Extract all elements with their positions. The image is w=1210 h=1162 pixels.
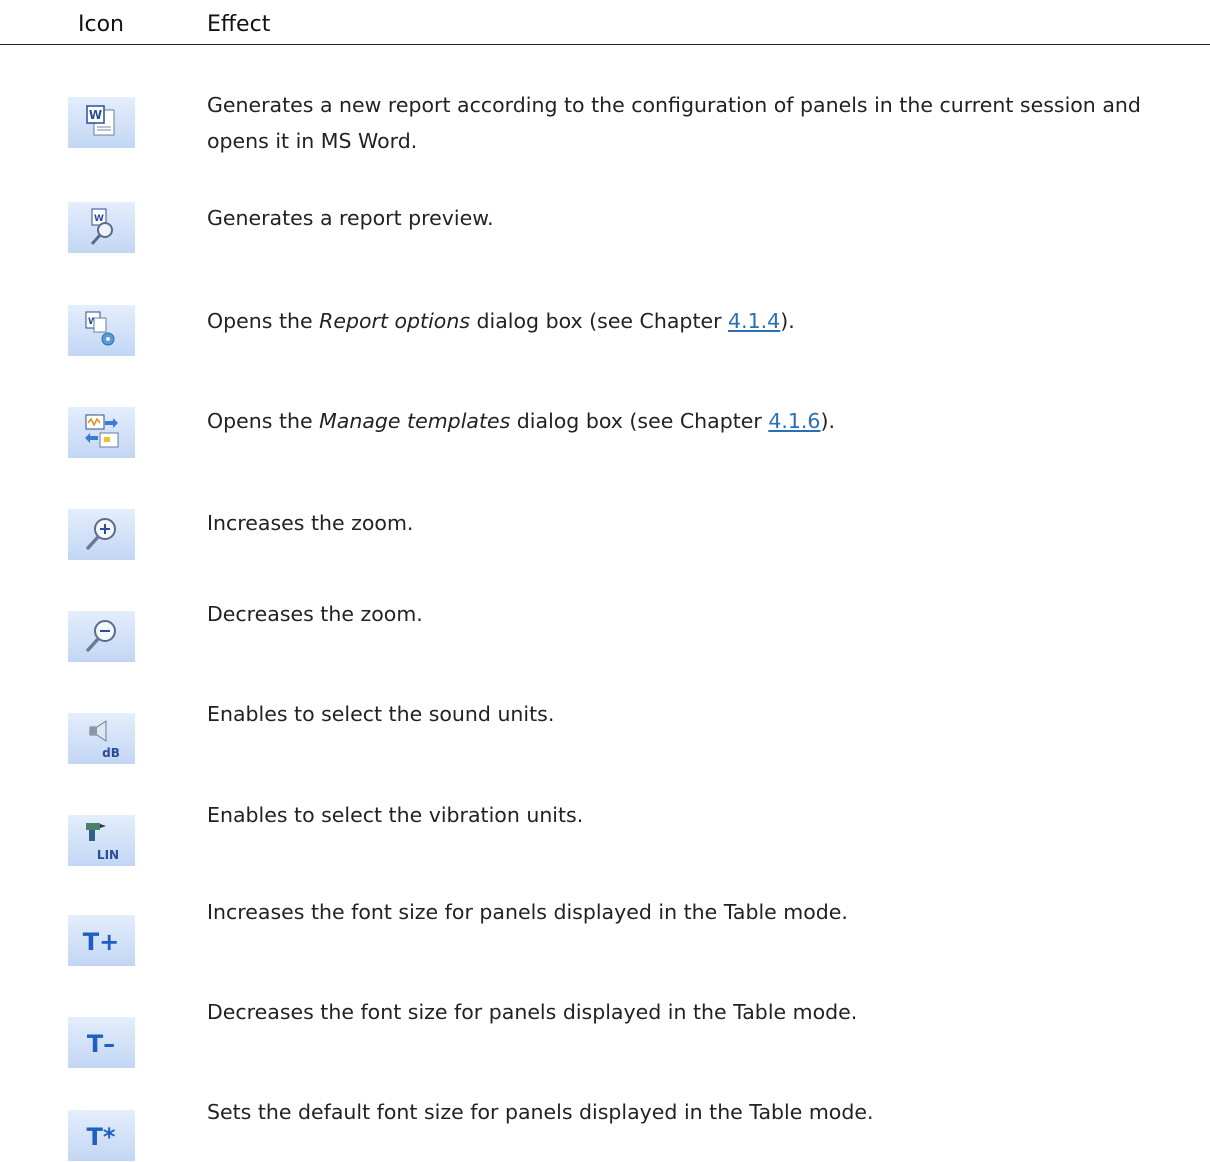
row-effect-text: Generates a report preview. bbox=[207, 206, 494, 230]
row-effect-text: Increases the zoom. bbox=[207, 511, 414, 535]
sound-units-icon: dB bbox=[68, 713, 135, 764]
zoom-out-icon bbox=[68, 611, 135, 662]
header-effect-label: Effect bbox=[207, 12, 271, 37]
row-effect-text: Increases the font size for panels displ… bbox=[207, 900, 848, 924]
vibration-units-icon: LIN bbox=[68, 815, 135, 866]
font-decrease-icon: T– bbox=[68, 1017, 135, 1068]
chapter-link[interactable]: 4.1.6 bbox=[768, 409, 820, 433]
font-default-icon: T* bbox=[68, 1110, 135, 1161]
row-effect-text: Opens the Manage templates dialog box (s… bbox=[207, 409, 835, 433]
dialog-name: Report options bbox=[319, 309, 471, 333]
row-effect-text: Decreases the zoom. bbox=[207, 602, 423, 626]
row-effect-text: Generates a new report according to the … bbox=[207, 93, 1141, 153]
chapter-link[interactable]: 4.1.4 bbox=[728, 309, 780, 333]
row-effect-text: Decreases the font size for panels displ… bbox=[207, 1000, 858, 1024]
zoom-in-icon bbox=[68, 509, 135, 560]
dialog-name: Manage templates bbox=[319, 409, 511, 433]
icon-label: T+ bbox=[83, 928, 119, 956]
icon-label: dB bbox=[102, 746, 120, 760]
report-options-icon: W bbox=[68, 305, 135, 356]
icon-label: T* bbox=[87, 1123, 116, 1151]
manage-templates-icon bbox=[68, 407, 135, 458]
icon-label: LIN bbox=[97, 848, 119, 862]
row-effect-text: Enables to select the sound units. bbox=[207, 702, 555, 726]
row-effect-text: Sets the default font size for panels di… bbox=[207, 1100, 874, 1124]
font-increase-icon: T+ bbox=[68, 915, 135, 966]
row-effect-text: Enables to select the vibration units. bbox=[207, 803, 584, 827]
word-report-icon: W bbox=[68, 97, 135, 148]
row-effect-text: Opens the Report options dialog box (see… bbox=[207, 309, 795, 333]
svg-text:W: W bbox=[89, 108, 102, 122]
table-header: Icon Effect bbox=[0, 0, 1210, 45]
header-icon-label: Icon bbox=[78, 12, 124, 37]
icon-label: T– bbox=[87, 1030, 115, 1058]
report-preview-icon: W bbox=[68, 202, 135, 253]
